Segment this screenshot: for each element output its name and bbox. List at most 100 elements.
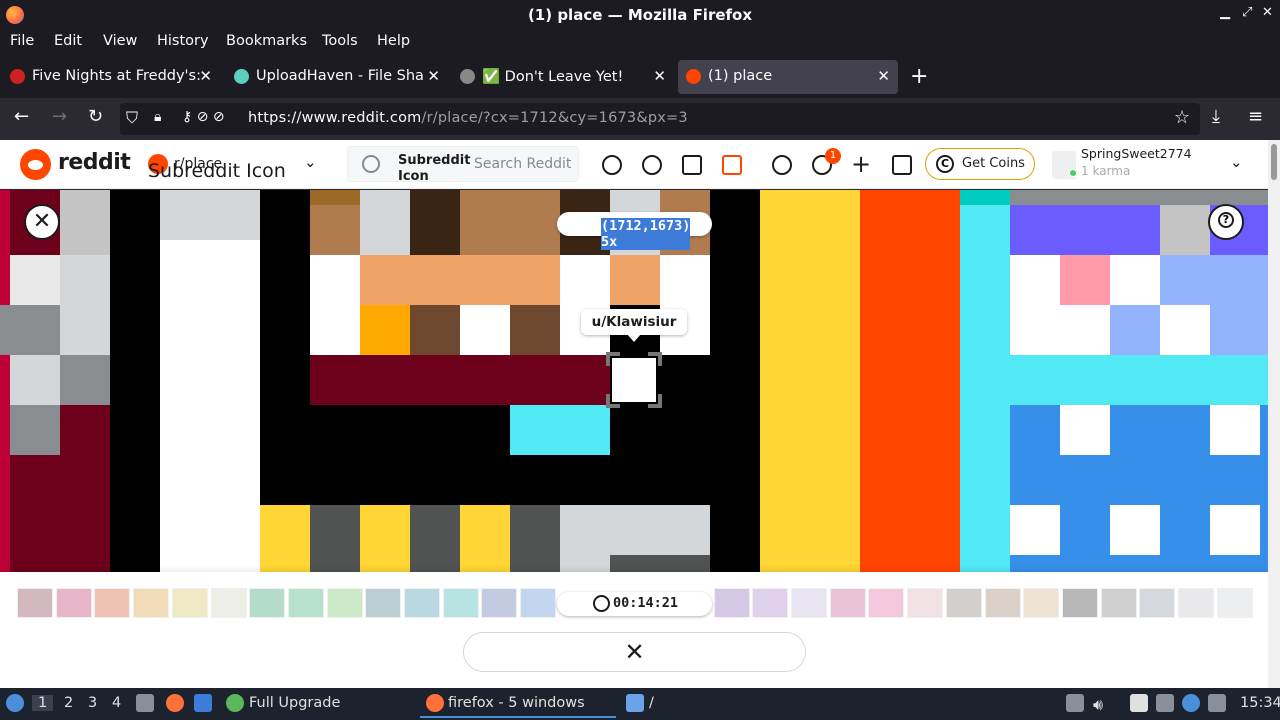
search-placeholder[interactable]: Search Reddit [474,156,571,172]
display-icon[interactable] [1208,694,1226,712]
maximize-icon[interactable]: ⤢ [1242,5,1252,20]
color-swatch[interactable] [713,588,750,618]
color-swatch[interactable] [829,588,866,618]
reload-icon[interactable]: ↻ [88,106,103,127]
color-swatch[interactable] [171,588,208,618]
color-swatch[interactable] [945,588,982,618]
color-swatch[interactable] [1216,588,1253,618]
coordinates-pill[interactable]: (1712,1673) 5x [557,212,712,250]
desktop-icon[interactable] [194,694,212,712]
workspace-4[interactable]: 4 [112,695,121,711]
color-swatch[interactable] [1178,588,1214,618]
color-swatch[interactable] [907,588,944,618]
color-swatch[interactable] [365,588,402,618]
color-swatch[interactable] [249,588,286,618]
menu-help[interactable]: Help [377,33,410,49]
back-arrow-icon[interactable]: ← [14,106,29,127]
color-swatch[interactable] [752,588,789,618]
menu-bookmarks[interactable]: Bookmarks [226,33,307,49]
close-window-icon[interactable]: ✕ [1262,5,1273,20]
color-swatch[interactable] [94,588,131,618]
video-icon[interactable] [682,155,702,175]
page-scrollbar[interactable] [1268,140,1280,688]
workspace-2[interactable]: 2 [64,695,73,711]
color-swatch[interactable] [791,588,827,618]
menu-view[interactable]: View [103,33,137,49]
color-swatch[interactable] [1139,588,1176,618]
color-swatch[interactable] [17,588,53,618]
user-dropdown[interactable]: SpringSweet2774 1 karma ⌄ [1052,146,1252,184]
firefox-launcher-icon[interactable] [166,694,184,712]
reddit-logo-icon[interactable] [20,149,51,180]
popular-icon[interactable] [602,155,622,175]
firefox-task[interactable]: firefox - 5 windows [420,690,616,718]
tab-close-icon[interactable]: ✕ [199,67,212,85]
color-swatch[interactable] [984,588,1021,618]
advertise-megaphone-icon[interactable] [892,155,912,175]
menu-file[interactable]: File [10,33,34,49]
upgrade-gear-icon[interactable] [226,694,244,712]
create-post-plus-icon[interactable]: + [851,150,871,178]
tab-place[interactable]: (1) place ✕ [678,60,898,94]
url-bar[interactable]: ⛉ 🔒︎ ⚷ ⊘ ⊘ https://www.reddit.com/r/plac… [120,103,1200,135]
bookmark-star-icon[interactable]: ☆ [1174,107,1190,128]
tab-close-icon[interactable]: ✕ [653,67,666,85]
new-tab-plus-icon[interactable]: + [910,64,928,89]
color-swatch[interactable] [210,588,247,618]
scrollbar-thumb[interactable] [1271,144,1277,180]
color-swatch[interactable] [1023,588,1060,618]
forward-arrow-icon[interactable]: → [52,106,67,127]
color-swatch[interactable] [133,588,170,618]
shield-icon[interactable]: ⛉ [126,108,138,128]
color-swatch[interactable] [1100,588,1137,618]
search-bar[interactable]: Subreddit Icon Search Reddit [347,146,579,185]
rpan-icon[interactable] [722,155,742,175]
downloads-icon[interactable]: ⤓ [1212,106,1220,127]
tab-close-icon[interactable]: ✕ [877,67,890,85]
get-coins-button[interactable]: C Get Coins [925,148,1035,180]
tab-uploadhaven[interactable]: UploadHaven - File Shari ✕ [226,60,448,94]
all-icon[interactable] [642,155,662,175]
menu-tools[interactable]: Tools [322,33,358,49]
volume-icon[interactable]: 🔊︎ [1093,695,1103,715]
chat-icon[interactable] [772,155,792,175]
updates-icon[interactable] [1182,694,1200,712]
color-swatch[interactable] [442,588,479,618]
battery-icon[interactable] [1066,694,1084,712]
tab-dont-leave[interactable]: ✅ Don't Leave Yet! ✕ [452,60,674,94]
workspace-3[interactable]: 3 [88,695,97,711]
color-swatch[interactable] [868,588,905,618]
color-swatch[interactable] [55,588,92,618]
pixel-block [410,305,460,355]
start-menu-icon[interactable] [6,694,24,712]
file-manager-icon[interactable] [136,694,154,712]
url-text[interactable]: https://www.reddit.com/r/place/?cx=1712&… [248,110,688,126]
lock-icon[interactable]: 🔒︎ [154,109,161,125]
folder-task-label[interactable]: / [649,695,654,711]
menu-history[interactable]: History [157,33,209,49]
folder-icon[interactable] [626,694,644,712]
pixel-selection-reticle[interactable] [606,352,662,408]
cancel-placement-button[interactable]: ✕ [463,632,806,672]
close-canvas-button[interactable]: ✕ [24,204,60,240]
full-upgrade-task[interactable]: Full Upgrade [249,695,340,711]
color-swatch[interactable] [481,588,518,618]
color-swatch[interactable] [287,588,324,618]
network-icon[interactable] [1156,694,1174,712]
tab-fnaf[interactable]: Five Nights at Freddy's: S ✕ [2,60,220,94]
minimize-icon[interactable]: ▁ [1220,5,1230,20]
color-swatch[interactable] [326,588,363,618]
reddit-wordmark[interactable]: reddit [58,150,131,175]
color-swatch[interactable] [520,588,557,618]
app-menu-icon[interactable]: ≡ [1248,106,1263,127]
color-swatch[interactable] [1061,588,1098,618]
clipboard-icon[interactable] [1130,694,1148,712]
color-swatch[interactable] [404,588,440,618]
subreddit-dropdown-chevron-icon[interactable]: ⌄ [304,153,317,171]
permissions-icon[interactable]: ⚷ ⊘ ⊘ [182,109,225,125]
tab-close-icon[interactable]: ✕ [427,67,440,85]
workspace-1[interactable]: 1 [32,695,54,711]
menu-edit[interactable]: Edit [54,33,82,49]
help-button[interactable]: ? [1208,204,1244,240]
search-subreddit-chip[interactable]: Subreddit Icon [398,153,470,185]
